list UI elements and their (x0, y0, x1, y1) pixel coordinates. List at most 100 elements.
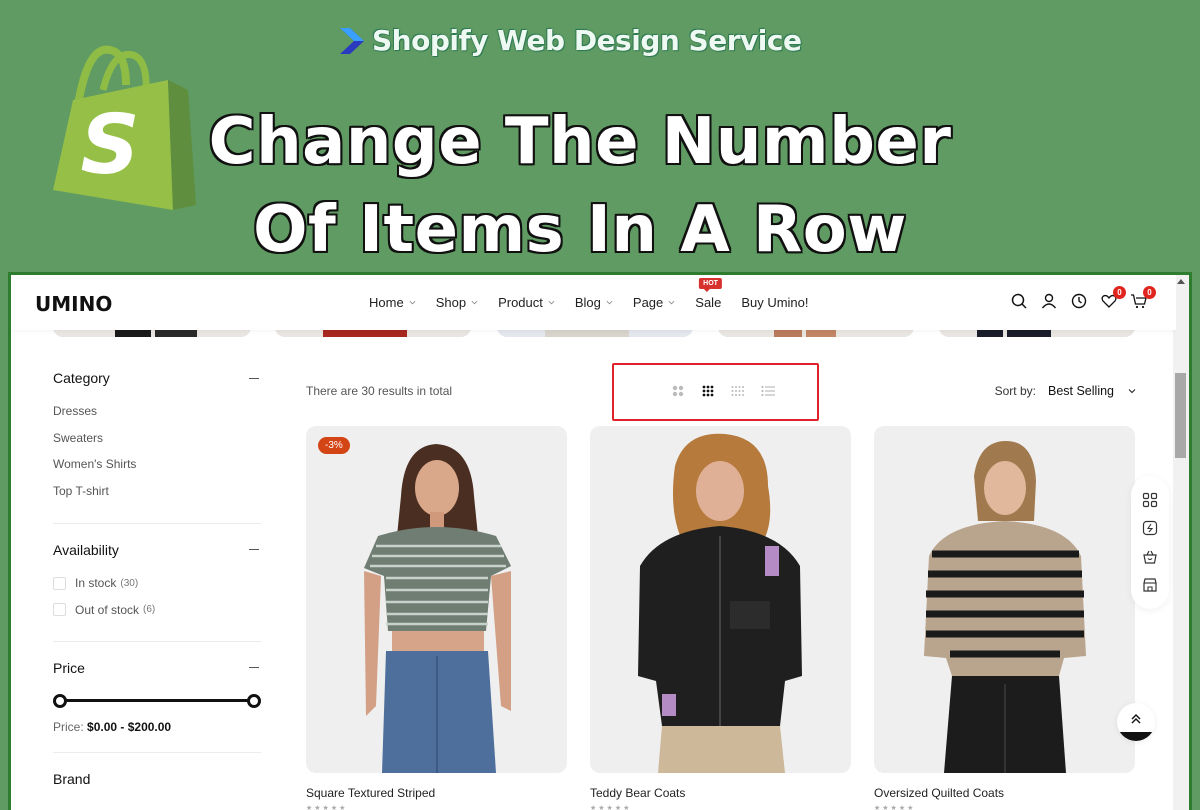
hot-badge: HOT (699, 278, 722, 292)
chevron-down-icon (548, 300, 555, 305)
price-range-value: $0.00 - $200.00 (87, 719, 172, 734)
out-of-stock-option[interactable]: Out of stock (6) (53, 596, 261, 623)
product-title[interactable]: Oversized Quilted Coats (874, 786, 1135, 800)
chevron-down-icon (606, 300, 613, 305)
recently-viewed-button[interactable] (1070, 292, 1088, 310)
grid-4-icon (731, 386, 744, 396)
product-card[interactable]: -3% Square Textured Striped ★★★★★ (306, 426, 567, 810)
result-count: There are 30 results in total (306, 384, 453, 398)
in-stock-option[interactable]: In stock (30) (53, 570, 261, 597)
product-photo (924, 441, 1086, 773)
category-link[interactable]: Dresses (53, 398, 261, 425)
layout-icon[interactable] (1142, 492, 1158, 508)
nav-item-buy-umino[interactable]: Buy Umino! (741, 295, 808, 310)
search-icon (1011, 293, 1027, 309)
cart-button[interactable]: 0 (1130, 286, 1156, 310)
nav-item-blog[interactable]: Blog (575, 295, 613, 310)
category-link[interactable]: Sweaters (53, 425, 261, 452)
price-slider-track (59, 698, 255, 702)
banner: S Shopify Web Design Service Change The … (0, 0, 1200, 270)
compare-icon[interactable] (1142, 520, 1158, 536)
chevron-down-icon (668, 300, 675, 305)
collapse-icon[interactable] (249, 549, 259, 551)
scrollbar-thumb[interactable] (1175, 373, 1186, 458)
in-stock-checkbox[interactable] (53, 576, 66, 590)
filter-header[interactable]: Price (53, 660, 261, 676)
rating-stars: ★★★★★ (590, 805, 632, 810)
product-photo (638, 433, 802, 773)
product-image[interactable]: -3% (306, 426, 567, 773)
nav-item-product[interactable]: Product (498, 295, 555, 310)
filter-title: Availability (53, 541, 119, 558)
header-icons: 0 0 (1010, 286, 1156, 310)
filter-sidebar: Category Dresses Sweaters Women's Shirts… (53, 370, 261, 799)
option-count: (30) (120, 577, 139, 589)
svg-text:S: S (80, 98, 139, 193)
nav-item-sale[interactable]: HOT Sale (695, 278, 722, 310)
filter-header-brand[interactable]: Brand (53, 771, 261, 787)
main-nav: Home Shop Product Blog Page HOT Sale Buy… (369, 275, 829, 330)
collapse-icon[interactable] (249, 377, 259, 379)
nav-label: Sale (695, 295, 722, 310)
headline: Change The Number Of Items In A Row (190, 98, 970, 274)
product-title[interactable]: Square Textured Striped (306, 786, 567, 800)
headline-line-1: Change The Number (208, 105, 952, 179)
clock-icon (1071, 293, 1087, 309)
grid-3-button[interactable] (700, 384, 716, 398)
service-tagline: Shopify Web Design Service (338, 24, 802, 57)
category-link[interactable]: Women's Shirts (53, 451, 261, 478)
nav-label: Buy Umino! (741, 295, 809, 310)
store-page: UMINO Home Shop Product Blog Page HOT Sa… (11, 275, 1176, 810)
page-scrollbar[interactable] (1173, 275, 1189, 810)
grid-4-button[interactable] (730, 384, 746, 398)
sort-dropdown[interactable]: Sort by: Best Selling (995, 384, 1136, 398)
price-label: Price: (53, 719, 84, 734)
nav-label: Blog (574, 295, 601, 310)
product-card[interactable]: Oversized Quilted Coats ★★★★★ (874, 426, 1135, 810)
sort-label: Sort by: (994, 384, 1036, 398)
rating-stars: ★★★★★ (306, 805, 348, 810)
grid-2-button[interactable] (670, 384, 686, 398)
option-label: In stock (75, 576, 117, 591)
nav-item-page[interactable]: Page (633, 295, 675, 310)
chevron-down-icon (409, 300, 416, 305)
product-card[interactable]: Teddy Bear Coats ★★★★★ (590, 426, 851, 810)
chevron-down-icon (471, 300, 478, 305)
list-view-button[interactable] (760, 384, 776, 398)
filter-category: Category Dresses Sweaters Women's Shirts… (53, 370, 261, 524)
basket-icon[interactable] (1142, 549, 1158, 565)
filter-header[interactable]: Availability (53, 542, 261, 558)
chevron-down-icon (1128, 389, 1136, 394)
scroll-progress (1117, 732, 1155, 741)
price-min-handle[interactable] (53, 693, 67, 708)
browser-window: UMINO Home Shop Product Blog Page HOT Sa… (8, 272, 1192, 810)
product-title[interactable]: Teddy Bear Coats (590, 786, 851, 800)
price-max-handle[interactable] (247, 693, 261, 708)
category-link[interactable]: Top T-shirt (53, 478, 261, 505)
rating-stars: ★★★★★ (874, 805, 916, 810)
cart-count: 0 (1143, 286, 1156, 299)
store-icon[interactable] (1142, 577, 1158, 593)
service-label: Shopify Web Design Service (372, 24, 802, 57)
product-image[interactable] (590, 426, 851, 773)
out-of-stock-checkbox[interactable] (53, 603, 66, 617)
store-logo[interactable]: UMINO (35, 292, 112, 316)
filter-title: Category (53, 370, 110, 386)
collapse-icon[interactable] (249, 667, 259, 669)
search-button[interactable] (1010, 292, 1028, 310)
back-to-top-button[interactable] (1117, 703, 1155, 741)
nav-item-shop[interactable]: Shop (436, 295, 478, 310)
nav-label: Page (632, 295, 664, 310)
filter-header[interactable]: Category (53, 370, 261, 386)
collection-toolbar: There are 30 results in total Sort by: B (306, 363, 1136, 421)
nav-label: Home (369, 295, 404, 310)
price-slider[interactable] (53, 693, 261, 708)
wishlist-button[interactable]: 0 (1100, 286, 1126, 310)
account-button[interactable] (1040, 292, 1058, 310)
product-image[interactable] (874, 426, 1135, 773)
scroll-up-arrow[interactable] (1177, 279, 1185, 284)
nav-item-home[interactable]: Home (369, 295, 416, 310)
sort-value: Best Selling (1047, 384, 1114, 398)
account-icon (1041, 293, 1057, 309)
nav-label: Shop (435, 295, 467, 310)
